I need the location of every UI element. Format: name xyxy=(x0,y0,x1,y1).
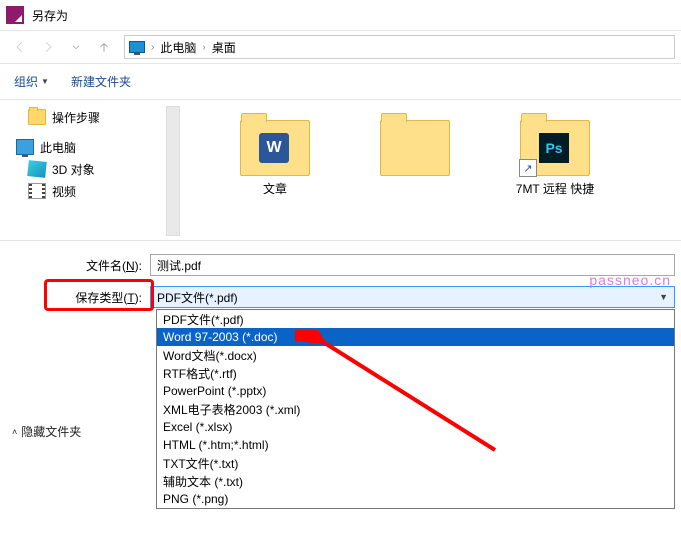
breadcrumb-root[interactable]: 此电脑 xyxy=(160,39,196,56)
tree-node-steps[interactable]: 操作步骤 xyxy=(10,106,180,128)
filename-row: 文件名(N): 测试.pdf xyxy=(0,251,675,279)
filename-label: 文件名(N): xyxy=(0,257,150,274)
tree-node-3d[interactable]: 3D 对象 xyxy=(10,158,180,180)
file-item[interactable] xyxy=(370,112,460,180)
tree-label: 视频 xyxy=(52,183,76,200)
option-xlsx[interactable]: Excel (*.xlsx) xyxy=(157,418,674,436)
shortcut-icon xyxy=(519,159,537,177)
option-doc[interactable]: Word 97-2003 (*.doc) xyxy=(157,328,674,346)
folder-tree[interactable]: 操作步骤 此电脑 3D 对象 视频 xyxy=(0,100,180,240)
pc-icon xyxy=(129,41,145,53)
option-png[interactable]: PNG (*.png) xyxy=(157,490,674,508)
file-item[interactable]: W 文章 xyxy=(230,112,320,197)
tree-node-video[interactable]: 视频 xyxy=(10,180,180,202)
savetype-dropdown[interactable]: PDF文件(*.pdf) Word 97-2003 (*.doc) Word文档… xyxy=(156,309,675,509)
folder-icon: W xyxy=(240,120,310,176)
new-folder-button[interactable]: 新建文件夹 xyxy=(71,73,131,90)
option-html[interactable]: HTML (*.htm;*.html) xyxy=(157,436,674,454)
hide-folders-toggle[interactable]: ˄ 隐藏文件夹 xyxy=(12,423,81,440)
folder-icon xyxy=(28,109,46,125)
nav-row: › 此电脑 › 桌面 xyxy=(0,30,681,64)
file-label: 文章 xyxy=(263,180,287,197)
option-pdf[interactable]: PDF文件(*.pdf) xyxy=(157,310,674,328)
breadcrumb-folder[interactable]: 桌面 xyxy=(212,39,236,56)
chevron-right-icon: › xyxy=(200,42,207,53)
address-bar[interactable]: › 此电脑 › 桌面 xyxy=(124,35,675,59)
forward-button[interactable] xyxy=(36,35,60,59)
up-button[interactable] xyxy=(92,35,116,59)
option-txt2[interactable]: 辅助文本 (*.txt) xyxy=(157,472,674,490)
chevron-up-icon: ˄ xyxy=(12,427,17,437)
file-item[interactable]: Ps 7MT 远程 快捷 xyxy=(510,112,600,197)
tree-label: 操作步骤 xyxy=(52,109,100,126)
file-pane[interactable]: W 文章 Ps 7MT 远程 快捷 xyxy=(180,100,681,240)
option-xml[interactable]: XML电子表格2003 (*.xml) xyxy=(157,400,674,418)
pc-icon xyxy=(16,139,34,155)
chevron-right-icon: › xyxy=(149,42,156,53)
photoshop-icon: Ps xyxy=(539,133,569,163)
option-pptx[interactable]: PowerPoint (*.pptx) xyxy=(157,382,674,400)
word-icon: W xyxy=(259,133,289,163)
app-icon xyxy=(6,6,24,24)
window-title: 另存为 xyxy=(32,7,68,24)
option-docx[interactable]: Word文档(*.docx) xyxy=(157,346,674,364)
tree-label: 此电脑 xyxy=(40,139,76,156)
cube-icon xyxy=(27,160,47,178)
main-area: 操作步骤 此电脑 3D 对象 视频 W 文章 Ps 7MT 远程 xyxy=(0,100,681,240)
tree-node-thispc[interactable]: 此电脑 xyxy=(10,136,180,158)
toolbar: 组织▼ 新建文件夹 xyxy=(0,64,681,100)
fields-area: 文件名(N): 测试.pdf 保存类型(T): PDF文件(*.pdf) ▼ P… xyxy=(0,240,681,311)
watermark: passneo.cn xyxy=(589,272,671,288)
savetype-label: 保存类型(T): xyxy=(0,289,150,306)
history-dropdown[interactable] xyxy=(64,35,88,59)
file-label: 7MT 远程 快捷 xyxy=(516,180,594,197)
film-icon xyxy=(28,183,46,199)
savetype-combo[interactable]: PDF文件(*.pdf) ▼ xyxy=(150,286,675,308)
option-txt[interactable]: TXT文件(*.txt) xyxy=(157,454,674,472)
chevron-down-icon: ▼ xyxy=(659,292,668,302)
back-button[interactable] xyxy=(8,35,32,59)
chevron-down-icon: ▼ xyxy=(41,77,49,86)
folder-icon xyxy=(380,120,450,176)
titlebar: 另存为 xyxy=(0,0,681,30)
savetype-value: PDF文件(*.pdf) xyxy=(157,289,238,306)
tree-label: 3D 对象 xyxy=(52,161,95,178)
folder-icon: Ps xyxy=(520,120,590,176)
organize-button[interactable]: 组织▼ xyxy=(14,73,49,90)
option-rtf[interactable]: RTF格式(*.rtf) xyxy=(157,364,674,382)
savetype-row: 保存类型(T): PDF文件(*.pdf) ▼ xyxy=(0,283,675,311)
